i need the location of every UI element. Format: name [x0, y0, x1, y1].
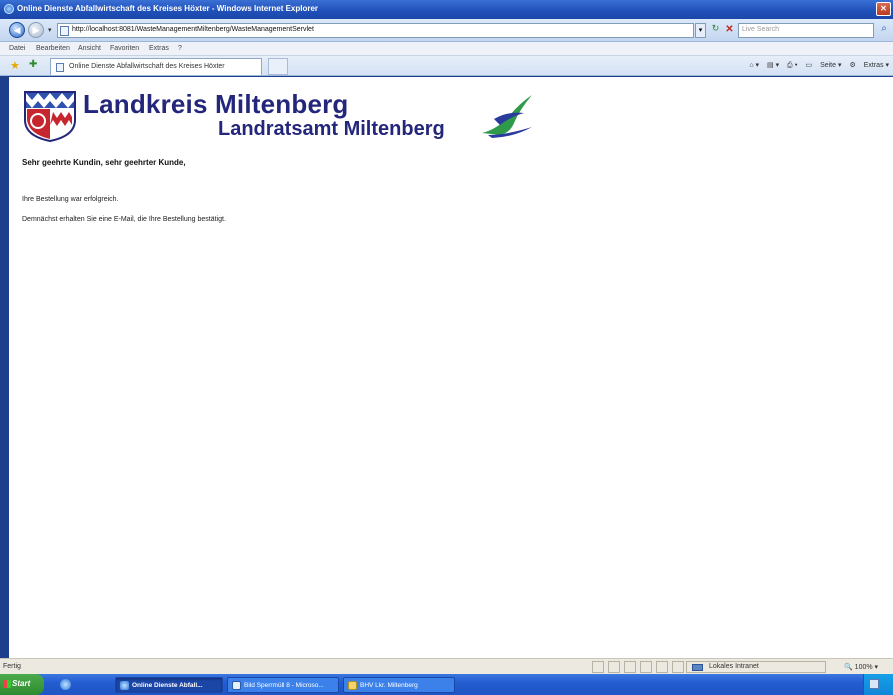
- page-content: Landkreis Miltenberg Landratsamt Miltenb…: [9, 77, 893, 658]
- search-placeholder: Live Search: [742, 26, 779, 33]
- header-logo-area: Landkreis Miltenberg Landratsamt Miltenb…: [23, 87, 543, 149]
- status-cell: [624, 661, 636, 673]
- tab-bar: ★ ✚ Online Dienste Abfallwirtschaft des …: [0, 56, 893, 76]
- address-bar[interactable]: http://localhost:8081/WasteManagementMil…: [57, 23, 694, 38]
- status-cell: [592, 661, 604, 673]
- intranet-icon: [692, 664, 703, 671]
- page-menu-button[interactable]: ▭ Seite ▾: [806, 62, 842, 69]
- brand-subtitle: Landratsamt Miltenberg: [218, 118, 445, 140]
- page-icon: [60, 26, 69, 36]
- new-tab-button[interactable]: [268, 58, 288, 75]
- confirmation-email-message: Demnächst erhalten Sie eine E-Mail, die …: [22, 216, 226, 223]
- tab-label: Online Dienste Abfallwirtschaft des Krei…: [69, 63, 225, 70]
- search-icon[interactable]: ⌕: [877, 23, 891, 38]
- add-favorite-icon[interactable]: ✚: [29, 59, 37, 70]
- zoom-level[interactable]: 🔍 100% ▾: [844, 663, 878, 671]
- windows-logo-icon: [3, 680, 11, 688]
- tab-active[interactable]: Online Dienste Abfallwirtschaft des Krei…: [50, 58, 262, 75]
- chevron-down-icon: ▾: [874, 664, 879, 671]
- refresh-icon[interactable]: ↻: [709, 23, 722, 38]
- home-icon[interactable]: ⌂ ▾: [749, 62, 759, 69]
- menu-item-datei[interactable]: Datei: [9, 45, 25, 52]
- address-text: http://localhost:8081/WasteManagementMil…: [72, 26, 314, 33]
- zoom-icon: 🔍: [844, 664, 853, 671]
- window-title: Online Dienste Abfallwirtschaft des Krei…: [17, 4, 319, 13]
- menu-item-help[interactable]: ?: [178, 45, 182, 52]
- recent-pages-dropdown-icon[interactable]: ▾: [48, 26, 52, 34]
- menu-item-extras[interactable]: Extras: [149, 45, 169, 52]
- menu-item-ansicht[interactable]: Ansicht: [78, 45, 101, 52]
- status-cell: [656, 661, 668, 673]
- menu-bar: Datei Bearbeiten Ansicht Favoriten Extra…: [0, 42, 893, 56]
- menu-item-bearbeiten[interactable]: Bearbeiten: [36, 45, 70, 52]
- taskbar-item-ie[interactable]: Online Dienste Abfall...: [115, 677, 223, 693]
- taskbar-item-word[interactable]: Bild Sperrmüll 8 - Microso...: [227, 677, 339, 693]
- page-menu-label: Seite: [820, 62, 837, 69]
- status-cell: [608, 661, 620, 673]
- address-dropdown-icon[interactable]: ▾: [695, 23, 706, 38]
- quicklaunch-ie-icon[interactable]: [60, 679, 71, 690]
- status-cell: [640, 661, 652, 673]
- menu-item-favoriten[interactable]: Favoriten: [110, 45, 139, 52]
- window-title-bar[interactable]: Online Dienste Abfallwirtschaft des Krei…: [0, 0, 893, 19]
- page-icon: [56, 63, 64, 72]
- stop-icon[interactable]: ✕: [723, 23, 736, 38]
- security-zone[interactable]: Lokales Intranet: [686, 661, 826, 673]
- word-icon: [232, 681, 241, 690]
- back-button[interactable]: ◀: [9, 22, 25, 38]
- system-tray: [863, 674, 893, 695]
- brand-title: Landkreis Miltenberg: [83, 89, 349, 119]
- forward-button[interactable]: ▶: [28, 22, 44, 38]
- taskbar: Start Online Dienste Abfall... Bild Sper…: [0, 674, 893, 695]
- swoosh-logo-icon: [482, 95, 532, 138]
- coat-of-arms-icon: [24, 91, 76, 142]
- status-cell: [672, 661, 684, 673]
- print-icon[interactable]: ⎙ ▾: [787, 62, 798, 69]
- favorites-star-icon[interactable]: ★: [10, 59, 20, 72]
- security-zone-label: Lokales Intranet: [709, 663, 759, 670]
- command-bar: ⌂ ▾ ▤ ▾ ⎙ ▾ ▭ Seite ▾ ⚙ Extras ▾: [743, 61, 889, 70]
- navigation-bar: ◀ ▶ ▾ http://localhost:8081/WasteManagem…: [0, 19, 893, 42]
- folder-icon: [348, 681, 357, 690]
- taskbar-item-label: BHV Lkr. Miltenberg: [360, 682, 418, 689]
- ie-icon: [120, 681, 129, 690]
- search-input[interactable]: Live Search: [738, 23, 874, 38]
- tools-menu-button[interactable]: ⚙ Extras ▾: [849, 62, 889, 69]
- status-text: Fertig: [3, 663, 21, 670]
- status-bar: Fertig Lokales Intranet 🔍 100% ▾: [0, 658, 893, 674]
- start-button[interactable]: Start: [0, 674, 44, 695]
- close-window-button[interactable]: ✕: [876, 2, 891, 16]
- taskbar-item-label: Bild Sperrmüll 8 - Microso...: [244, 682, 324, 689]
- tools-menu-label: Extras: [863, 62, 884, 69]
- tray-icon[interactable]: [869, 679, 879, 689]
- taskbar-item-folder[interactable]: BHV Lkr. Miltenberg: [343, 677, 455, 693]
- zoom-label: 100%: [854, 664, 873, 671]
- feeds-icon[interactable]: ▤ ▾: [767, 62, 779, 69]
- taskbar-item-label: Online Dienste Abfall...: [132, 682, 203, 689]
- start-label: Start: [12, 679, 31, 688]
- greeting-text: Sehr geehrte Kundin, sehr geehrter Kunde…: [22, 158, 186, 167]
- success-message: Ihre Bestellung war erfolgreich.: [22, 196, 119, 203]
- ie-icon: [4, 4, 14, 14]
